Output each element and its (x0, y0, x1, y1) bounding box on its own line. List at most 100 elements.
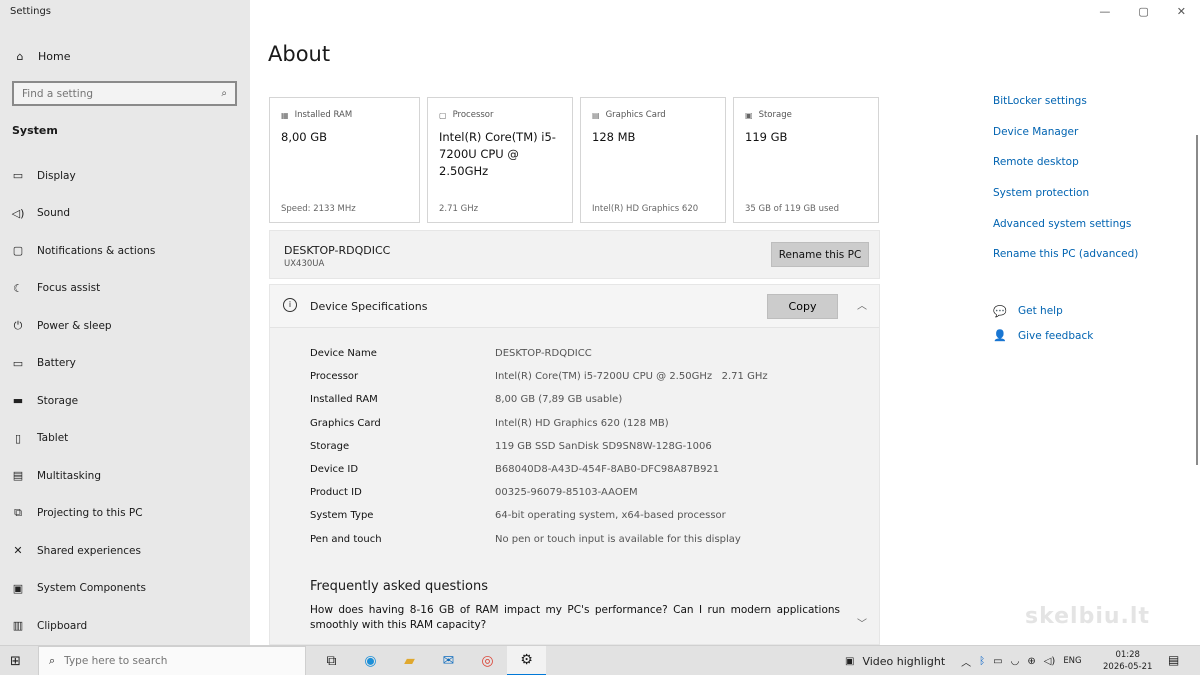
video-highlight-icon[interactable]: ▣ (845, 656, 854, 667)
outlook-icon[interactable]: ✉ (429, 646, 468, 675)
home-label: Home (38, 50, 71, 63)
spec-row: Device ID B68040D8-A43D-454F-8AB0-DFC98A8… (310, 464, 768, 487)
spec-key: Product ID (310, 487, 362, 499)
link-rename-pc-advanced[interactable]: Rename this PC (advanced) (993, 248, 1138, 279)
language-indicator[interactable]: ENG (1063, 656, 1081, 666)
notifications-icon[interactable]: ▤ (1168, 653, 1179, 667)
sidebar-item-system-components[interactable]: ▣ System Components (10, 570, 245, 608)
spec-row: Device Name DESKTOP-RDQDICC (310, 348, 768, 371)
faq-question[interactable]: How does having 8-16 GB of RAM impact my… (310, 603, 840, 633)
card-processor: ▢ Processor Intel(R) Core(TM) i5-7200U CP… (427, 97, 573, 223)
link-advanced-system-settings[interactable]: Advanced system settings (993, 218, 1138, 249)
specs-header[interactable]: i Device Specifications Copy ︿ (270, 285, 879, 328)
sidebar-item-projecting[interactable]: ⧉ Projecting to this PC (10, 495, 245, 533)
link-remote-desktop[interactable]: Remote desktop (993, 156, 1138, 187)
card-graphics: ▤ Graphics Card 128 MB Intel(R) HD Graphi… (580, 97, 726, 223)
sidebar-item-clipboard[interactable]: ▥ Clipboard (10, 607, 245, 645)
spec-value: Intel(R) Core(TM) i5-7200U CPU @ 2.50GHz… (495, 371, 768, 383)
get-help-link[interactable]: 💬 Get help (993, 299, 1093, 324)
tablet-icon: ▯ (14, 431, 22, 445)
settings-app-icon[interactable]: ⚙ (507, 646, 546, 675)
give-feedback-link[interactable]: 👤 Give feedback (993, 324, 1093, 349)
sidebar-item-display[interactable]: ▭ Display (10, 157, 245, 195)
chevron-up-icon[interactable]: ︿ (857, 297, 867, 312)
system-tray: ▣ Video highlight ︿ ᛒ ▭ ◡ ⊕ ◁) ENG (845, 646, 1082, 675)
spec-key: Graphics Card (310, 417, 381, 429)
sidebar-item-battery[interactable]: ▭ Battery (10, 345, 245, 383)
sidebar: Settings ⌂ Home ⌕ System ▭ Display ◁) Soun… (0, 0, 250, 645)
card-installed-ram: ▦ Installed RAM 8,00 GB Speed: 2133 MHz (269, 97, 420, 223)
card-value: 119 GB (745, 130, 788, 144)
link-bitlocker-settings[interactable]: BitLocker settings (993, 95, 1138, 126)
taskbar-search[interactable]: ⌕ (38, 646, 306, 675)
link-device-manager[interactable]: Device Manager (993, 126, 1138, 157)
find-setting-search[interactable]: ⌕ (12, 81, 237, 106)
edge-icon[interactable]: ◉ (351, 646, 390, 675)
network-icon[interactable]: ◡ (1011, 656, 1020, 667)
ram-icon: ▦ (281, 110, 289, 120)
sidebar-item-notifications[interactable]: ▢ Notifications & actions (10, 232, 245, 270)
device-specifications-panel: i Device Specifications Copy ︿ Device Na… (269, 284, 880, 645)
graphics-card-icon: ▤ (592, 110, 600, 120)
link-system-protection[interactable]: System protection (993, 187, 1138, 218)
chrome-icon[interactable]: ◎ (468, 646, 507, 675)
home-nav[interactable]: ⌂ Home (12, 50, 71, 63)
taskbar-search-input[interactable] (64, 655, 285, 667)
taskbar-apps: ⧉ ◉ ▰ ✉ ◎ ⚙ (312, 646, 546, 675)
clock[interactable]: 01:28 2026-05-21 (1103, 649, 1152, 673)
battery-icon[interactable]: ▭ (993, 656, 1002, 667)
maximize-button[interactable]: ▢ (1138, 5, 1148, 18)
minimize-button[interactable]: — (1099, 5, 1110, 18)
copy-button[interactable]: Copy (767, 294, 838, 319)
taskbar: ⊞ ⌕ ⧉ ◉ ▰ ✉ ◎ ⚙ ▣ Video highlight ︿ ᛒ ▭ … (0, 645, 1200, 675)
sidebar-item-storage[interactable]: ▬ Storage (10, 382, 245, 420)
file-explorer-icon[interactable]: ▰ (390, 646, 429, 675)
spec-row: System Type 64-bit operating system, x64-… (310, 510, 768, 533)
card-value: Intel(R) Core(TM) i5-7200U CPU @ 2.50GHz (439, 130, 556, 178)
sidebar-item-label: Notifications & actions (37, 244, 156, 257)
find-setting-input[interactable] (22, 87, 202, 100)
sidebar-item-sound[interactable]: ◁) Sound (10, 195, 245, 233)
sidebar-item-label: Battery (37, 357, 76, 370)
sidebar-item-multitasking[interactable]: ▤ Multitasking (10, 457, 245, 495)
sidebar-item-label: Shared experiences (37, 544, 141, 557)
sidebar-item-label: Projecting to this PC (37, 507, 143, 520)
card-storage: ▣ Storage 119 GB 35 GB of 119 GB used (733, 97, 879, 223)
sidebar-item-focus-assist[interactable]: ☾ Focus assist (10, 270, 245, 308)
spec-row: Installed RAM 8,00 GB (7,89 GB usable) (310, 394, 768, 417)
video-highlight-label[interactable]: Video highlight (862, 655, 945, 668)
spec-row: Storage 119 GB SSD SanDisk SD9SN8W-128G-1… (310, 441, 768, 464)
scrollbar[interactable] (1196, 135, 1198, 465)
chevron-up-icon[interactable]: ︿ (961, 654, 971, 669)
sidebar-item-shared-experiences[interactable]: ✕ Shared experiences (10, 532, 245, 570)
spec-key: Processor (310, 371, 359, 383)
battery-icon: ▭ (12, 356, 24, 370)
volume-icon[interactable]: ◁) (1044, 656, 1056, 667)
card-sub: 2.71 GHz (439, 204, 479, 214)
sidebar-item-tablet[interactable]: ▯ Tablet (10, 420, 245, 458)
spec-row: Processor Intel(R) Core(TM) i5-7200U CPU … (310, 371, 768, 394)
search-icon[interactable]: ⌕ (221, 88, 227, 99)
card-label: Processor (452, 110, 494, 120)
bluetooth-icon[interactable]: ᛒ (979, 656, 985, 667)
spec-value: 119 GB SSD SanDisk SD9SN8W-128G-1006 (495, 440, 712, 452)
sidebar-item-power-sleep[interactable]: ⏻ Power & sleep (10, 307, 245, 345)
task-view-icon[interactable]: ⧉ (312, 646, 351, 675)
clipboard-icon: ▥ (12, 619, 24, 633)
section-title: System (12, 124, 58, 137)
spec-row: Pen and touch No pen or touch input is av… (310, 534, 768, 557)
sidebar-item-label: Sound (37, 207, 71, 220)
globe-icon[interactable]: ⊕ (1027, 656, 1035, 667)
clock-time: 01:28 (1115, 650, 1140, 660)
card-value: 8,00 GB (281, 130, 328, 144)
spec-value: DESKTOP-RDQDICC (495, 348, 592, 359)
spec-row: Graphics Card Intel(R) HD Graphics 620 (1… (310, 418, 768, 441)
specs-title: Device Specifications (310, 300, 428, 313)
close-button[interactable]: ✕ (1177, 5, 1186, 18)
card-sub: 35 GB of 119 GB used (745, 204, 840, 214)
spec-rows: Device Name DESKTOP-RDQDICC Processor Inte… (310, 348, 768, 557)
sidebar-item-label: Display (37, 169, 76, 182)
chevron-down-icon[interactable]: ﹀ (857, 615, 867, 630)
rename-pc-button[interactable]: Rename this PC (771, 242, 869, 267)
windows-start-icon[interactable]: ⊞ (10, 654, 21, 669)
